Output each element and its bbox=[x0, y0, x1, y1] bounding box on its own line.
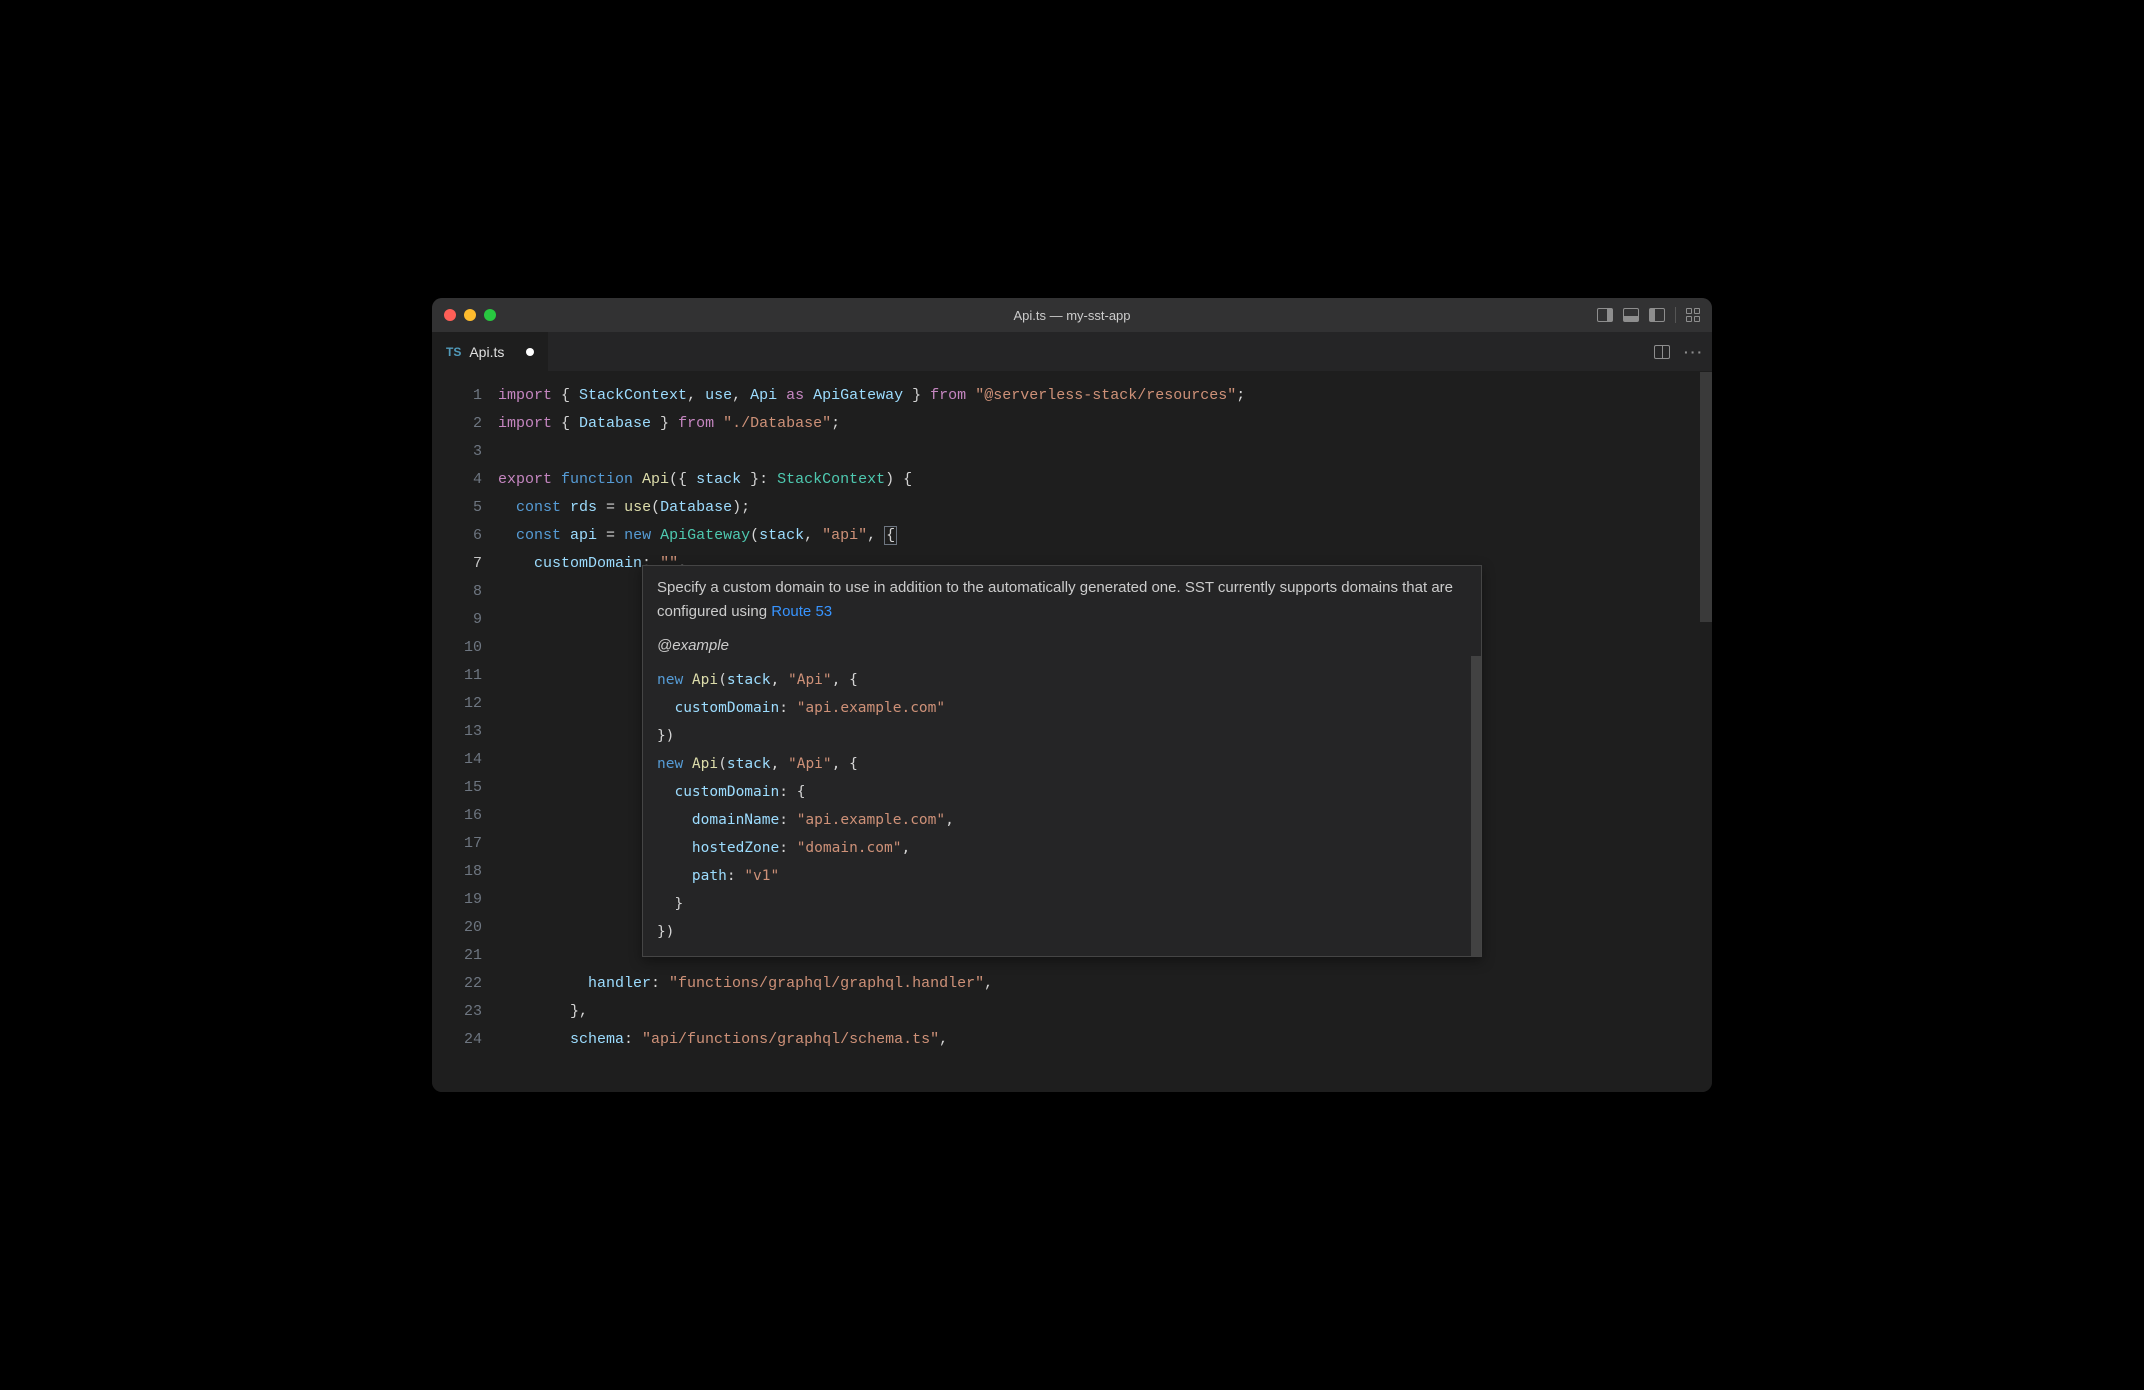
hover-description: Specify a custom domain to use in additi… bbox=[657, 576, 1467, 624]
line-number: 7 bbox=[432, 550, 482, 578]
editor[interactable]: 123456789101112131415161718192021222324 … bbox=[432, 372, 1712, 1092]
layout-grid-icon[interactable] bbox=[1686, 308, 1700, 322]
hover-documentation-popup[interactable]: Specify a custom domain to use in additi… bbox=[642, 565, 1482, 957]
line-number: 9 bbox=[432, 606, 482, 634]
close-icon[interactable] bbox=[444, 309, 456, 321]
unsaved-dot-icon bbox=[526, 348, 534, 356]
code-line: const rds = use(Database); bbox=[498, 494, 1712, 522]
line-number: 17 bbox=[432, 830, 482, 858]
line-number: 8 bbox=[432, 578, 482, 606]
code-area[interactable]: import { StackContext, use, Api as ApiGa… bbox=[498, 372, 1712, 1092]
line-number: 14 bbox=[432, 746, 482, 774]
route53-link[interactable]: Route 53 bbox=[771, 603, 832, 620]
line-number: 24 bbox=[432, 1026, 482, 1054]
line-number: 13 bbox=[432, 718, 482, 746]
line-number: 11 bbox=[432, 662, 482, 690]
traffic-lights bbox=[444, 309, 496, 321]
minimize-icon[interactable] bbox=[464, 309, 476, 321]
line-number: 19 bbox=[432, 886, 482, 914]
panel-right-icon[interactable] bbox=[1649, 308, 1665, 322]
line-number: 6 bbox=[432, 522, 482, 550]
titlebar[interactable]: Api.ts — my-sst-app bbox=[432, 298, 1712, 332]
window-title: Api.ts — my-sst-app bbox=[1013, 308, 1130, 323]
tab-api-ts[interactable]: TS Api.ts bbox=[432, 332, 548, 371]
tab-bar: TS Api.ts ··· bbox=[432, 332, 1712, 372]
popup-scrollbar[interactable] bbox=[1471, 656, 1481, 956]
code-line: import { StackContext, use, Api as ApiGa… bbox=[498, 382, 1712, 410]
line-number: 22 bbox=[432, 970, 482, 998]
line-number: 16 bbox=[432, 802, 482, 830]
line-number: 5 bbox=[432, 494, 482, 522]
line-number: 3 bbox=[432, 438, 482, 466]
code-line: schema: "api/functions/graphql/schema.ts… bbox=[498, 1026, 1712, 1054]
line-number: 10 bbox=[432, 634, 482, 662]
code-line bbox=[498, 438, 1712, 466]
maximize-icon[interactable] bbox=[484, 309, 496, 321]
code-line: }, bbox=[498, 998, 1712, 1026]
line-number: 23 bbox=[432, 998, 482, 1026]
line-number: 4 bbox=[432, 466, 482, 494]
code-line: const api = new ApiGateway(stack, "api",… bbox=[498, 522, 1712, 550]
line-number: 21 bbox=[432, 942, 482, 970]
tab-actions: ··· bbox=[1654, 332, 1704, 371]
jsdoc-tag: @example bbox=[657, 634, 1467, 658]
tab-label: Api.ts bbox=[469, 344, 504, 360]
line-number: 2 bbox=[432, 410, 482, 438]
code-line: import { Database } from "./Database"; bbox=[498, 410, 1712, 438]
more-actions-icon[interactable]: ··· bbox=[1684, 344, 1704, 360]
code-line: export function Api({ stack }: StackCont… bbox=[498, 466, 1712, 494]
split-editor-icon[interactable] bbox=[1654, 345, 1670, 359]
vscode-window: Api.ts — my-sst-app TS Api.ts ··· 123456… bbox=[432, 298, 1712, 1092]
line-number: 1 bbox=[432, 382, 482, 410]
line-number-gutter: 123456789101112131415161718192021222324 bbox=[432, 372, 498, 1092]
titlebar-actions bbox=[1597, 307, 1700, 323]
panel-left-icon[interactable] bbox=[1597, 308, 1613, 322]
panel-bottom-icon[interactable] bbox=[1623, 308, 1639, 322]
line-number: 15 bbox=[432, 774, 482, 802]
line-number: 12 bbox=[432, 690, 482, 718]
code-line: handler: "functions/graphql/graphql.hand… bbox=[498, 970, 1712, 998]
line-number: 18 bbox=[432, 858, 482, 886]
separator bbox=[1675, 307, 1676, 323]
language-badge: TS bbox=[446, 345, 461, 359]
line-number: 20 bbox=[432, 914, 482, 942]
hover-example: new Api(stack, "Api", { customDomain: "a… bbox=[657, 666, 1467, 946]
